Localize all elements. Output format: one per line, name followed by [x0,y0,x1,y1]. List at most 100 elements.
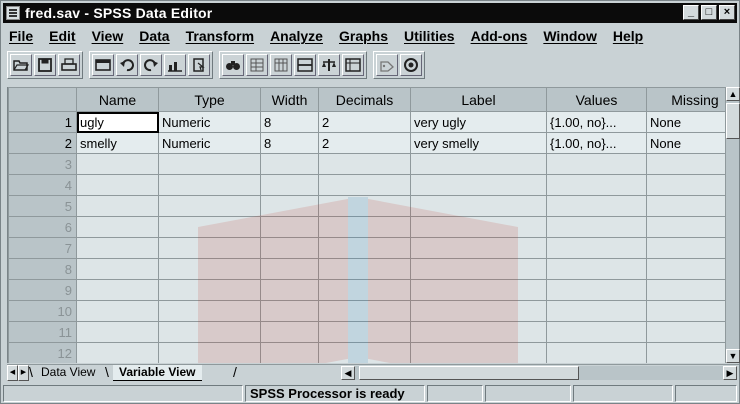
cell-type[interactable] [158,195,261,217]
cell-decimals[interactable] [318,153,411,175]
cell-values[interactable] [546,237,647,259]
row-number[interactable]: 11 [8,321,77,343]
corner-cell[interactable] [8,87,77,112]
close-button[interactable]: × [719,5,735,20]
row-number[interactable]: 8 [8,258,77,280]
spss-app-icon[interactable] [6,6,20,20]
cell-missing[interactable] [646,342,725,363]
cell-values[interactable] [546,195,647,217]
tab-data-view[interactable]: Data View [35,365,101,381]
cell-decimals[interactable] [318,216,411,238]
use-sets-icon[interactable] [400,54,422,76]
cell-values[interactable] [546,258,647,280]
row-number[interactable]: 9 [8,279,77,301]
cell-decimals[interactable] [318,321,411,343]
cell-label[interactable] [410,195,547,217]
cell-width[interactable] [260,237,319,259]
variable-grid[interactable]: Name Type Width Decimals Label Values Mi… [7,87,725,363]
open-icon[interactable] [10,54,32,76]
row-number[interactable]: 4 [8,174,77,196]
maximize-button[interactable]: □ [701,5,717,20]
menu-view[interactable]: View [84,28,132,44]
cell-decimals[interactable] [318,342,411,363]
cell-values[interactable] [546,279,647,301]
save-icon[interactable] [34,54,56,76]
cell-label[interactable] [410,321,547,343]
cell-width[interactable] [260,258,319,280]
value-labels-icon[interactable] [376,54,398,76]
print-icon[interactable] [58,54,80,76]
cell-decimals[interactable] [318,174,411,196]
row-number[interactable]: 12 [8,342,77,363]
cell-label[interactable] [410,216,547,238]
cell-values[interactable]: {1.00, no}... [546,111,647,133]
column-header-type[interactable]: Type [158,87,261,112]
menu-data[interactable]: Data [131,28,177,44]
cell-width[interactable]: 8 [260,111,319,133]
menu-edit[interactable]: Edit [41,28,83,44]
vertical-scrollbar[interactable]: ▲ ▼ [725,87,740,363]
menu-file[interactable]: File [3,28,41,44]
menu-utilities[interactable]: Utilities [396,28,463,44]
row-number[interactable]: 2 [8,132,77,154]
cell-width[interactable] [260,174,319,196]
menu-transform[interactable]: Transform [178,28,262,44]
tab-prev-button[interactable]: ◀ [7,365,18,381]
column-header-decimals[interactable]: Decimals [318,87,411,112]
cell-decimals[interactable] [318,237,411,259]
redo-icon[interactable] [140,54,162,76]
row-number[interactable]: 3 [8,153,77,175]
cell-width[interactable] [260,300,319,322]
cell-width[interactable]: 8 [260,132,319,154]
cell-label[interactable] [410,153,547,175]
weight-cases-icon[interactable] [318,54,340,76]
scroll-left-button[interactable]: ◀ [341,366,355,380]
horizontal-scroll-thumb[interactable] [359,366,579,380]
cell-missing[interactable] [646,174,725,196]
cell-type[interactable] [158,258,261,280]
scroll-up-button[interactable]: ▲ [726,87,740,101]
row-number[interactable]: 1 [8,111,77,133]
cell-label[interactable] [410,174,547,196]
cell-type[interactable]: Numeric [158,111,261,133]
cell-name[interactable] [76,174,159,196]
cell-decimals[interactable] [318,279,411,301]
tab-next-button[interactable]: ▶ [18,365,29,381]
cell-type[interactable]: Numeric [158,132,261,154]
cell-missing[interactable]: None [646,132,725,154]
cell-type[interactable] [158,342,261,363]
cell-missing[interactable] [646,237,725,259]
undo-icon[interactable] [116,54,138,76]
cell-name[interactable] [76,153,159,175]
scroll-right-button[interactable]: ▶ [723,366,737,380]
cell-missing[interactable] [646,153,725,175]
cell-type[interactable] [158,174,261,196]
cell-decimals[interactable] [318,195,411,217]
row-number[interactable]: 10 [8,300,77,322]
title-bar[interactable]: fred.sav - SPSS Data Editor _ □ × [3,3,737,23]
cell-missing[interactable] [646,195,725,217]
cell-width[interactable] [260,153,319,175]
cell-label[interactable] [410,258,547,280]
cell-label[interactable]: very smelly [410,132,547,154]
cell-values[interactable] [546,174,647,196]
menu-addons[interactable]: Add-ons [463,28,536,44]
cell-type[interactable] [158,153,261,175]
cell-name[interactable] [76,321,159,343]
cell-width[interactable] [260,216,319,238]
cell-type[interactable] [158,237,261,259]
cell-width[interactable] [260,279,319,301]
column-header-missing[interactable]: Missing [646,87,725,112]
menu-help[interactable]: Help [605,28,651,44]
cell-label[interactable] [410,237,547,259]
cell-name[interactable] [76,342,159,363]
row-number[interactable]: 7 [8,237,77,259]
cell-values[interactable] [546,153,647,175]
cell-name[interactable]: smelly [76,132,159,154]
cell-width[interactable] [260,321,319,343]
select-cases-icon[interactable] [342,54,364,76]
menu-window[interactable]: Window [535,28,605,44]
column-header-name[interactable]: Name [76,87,159,112]
find-icon[interactable] [222,54,244,76]
minimize-button[interactable]: _ [683,5,699,20]
